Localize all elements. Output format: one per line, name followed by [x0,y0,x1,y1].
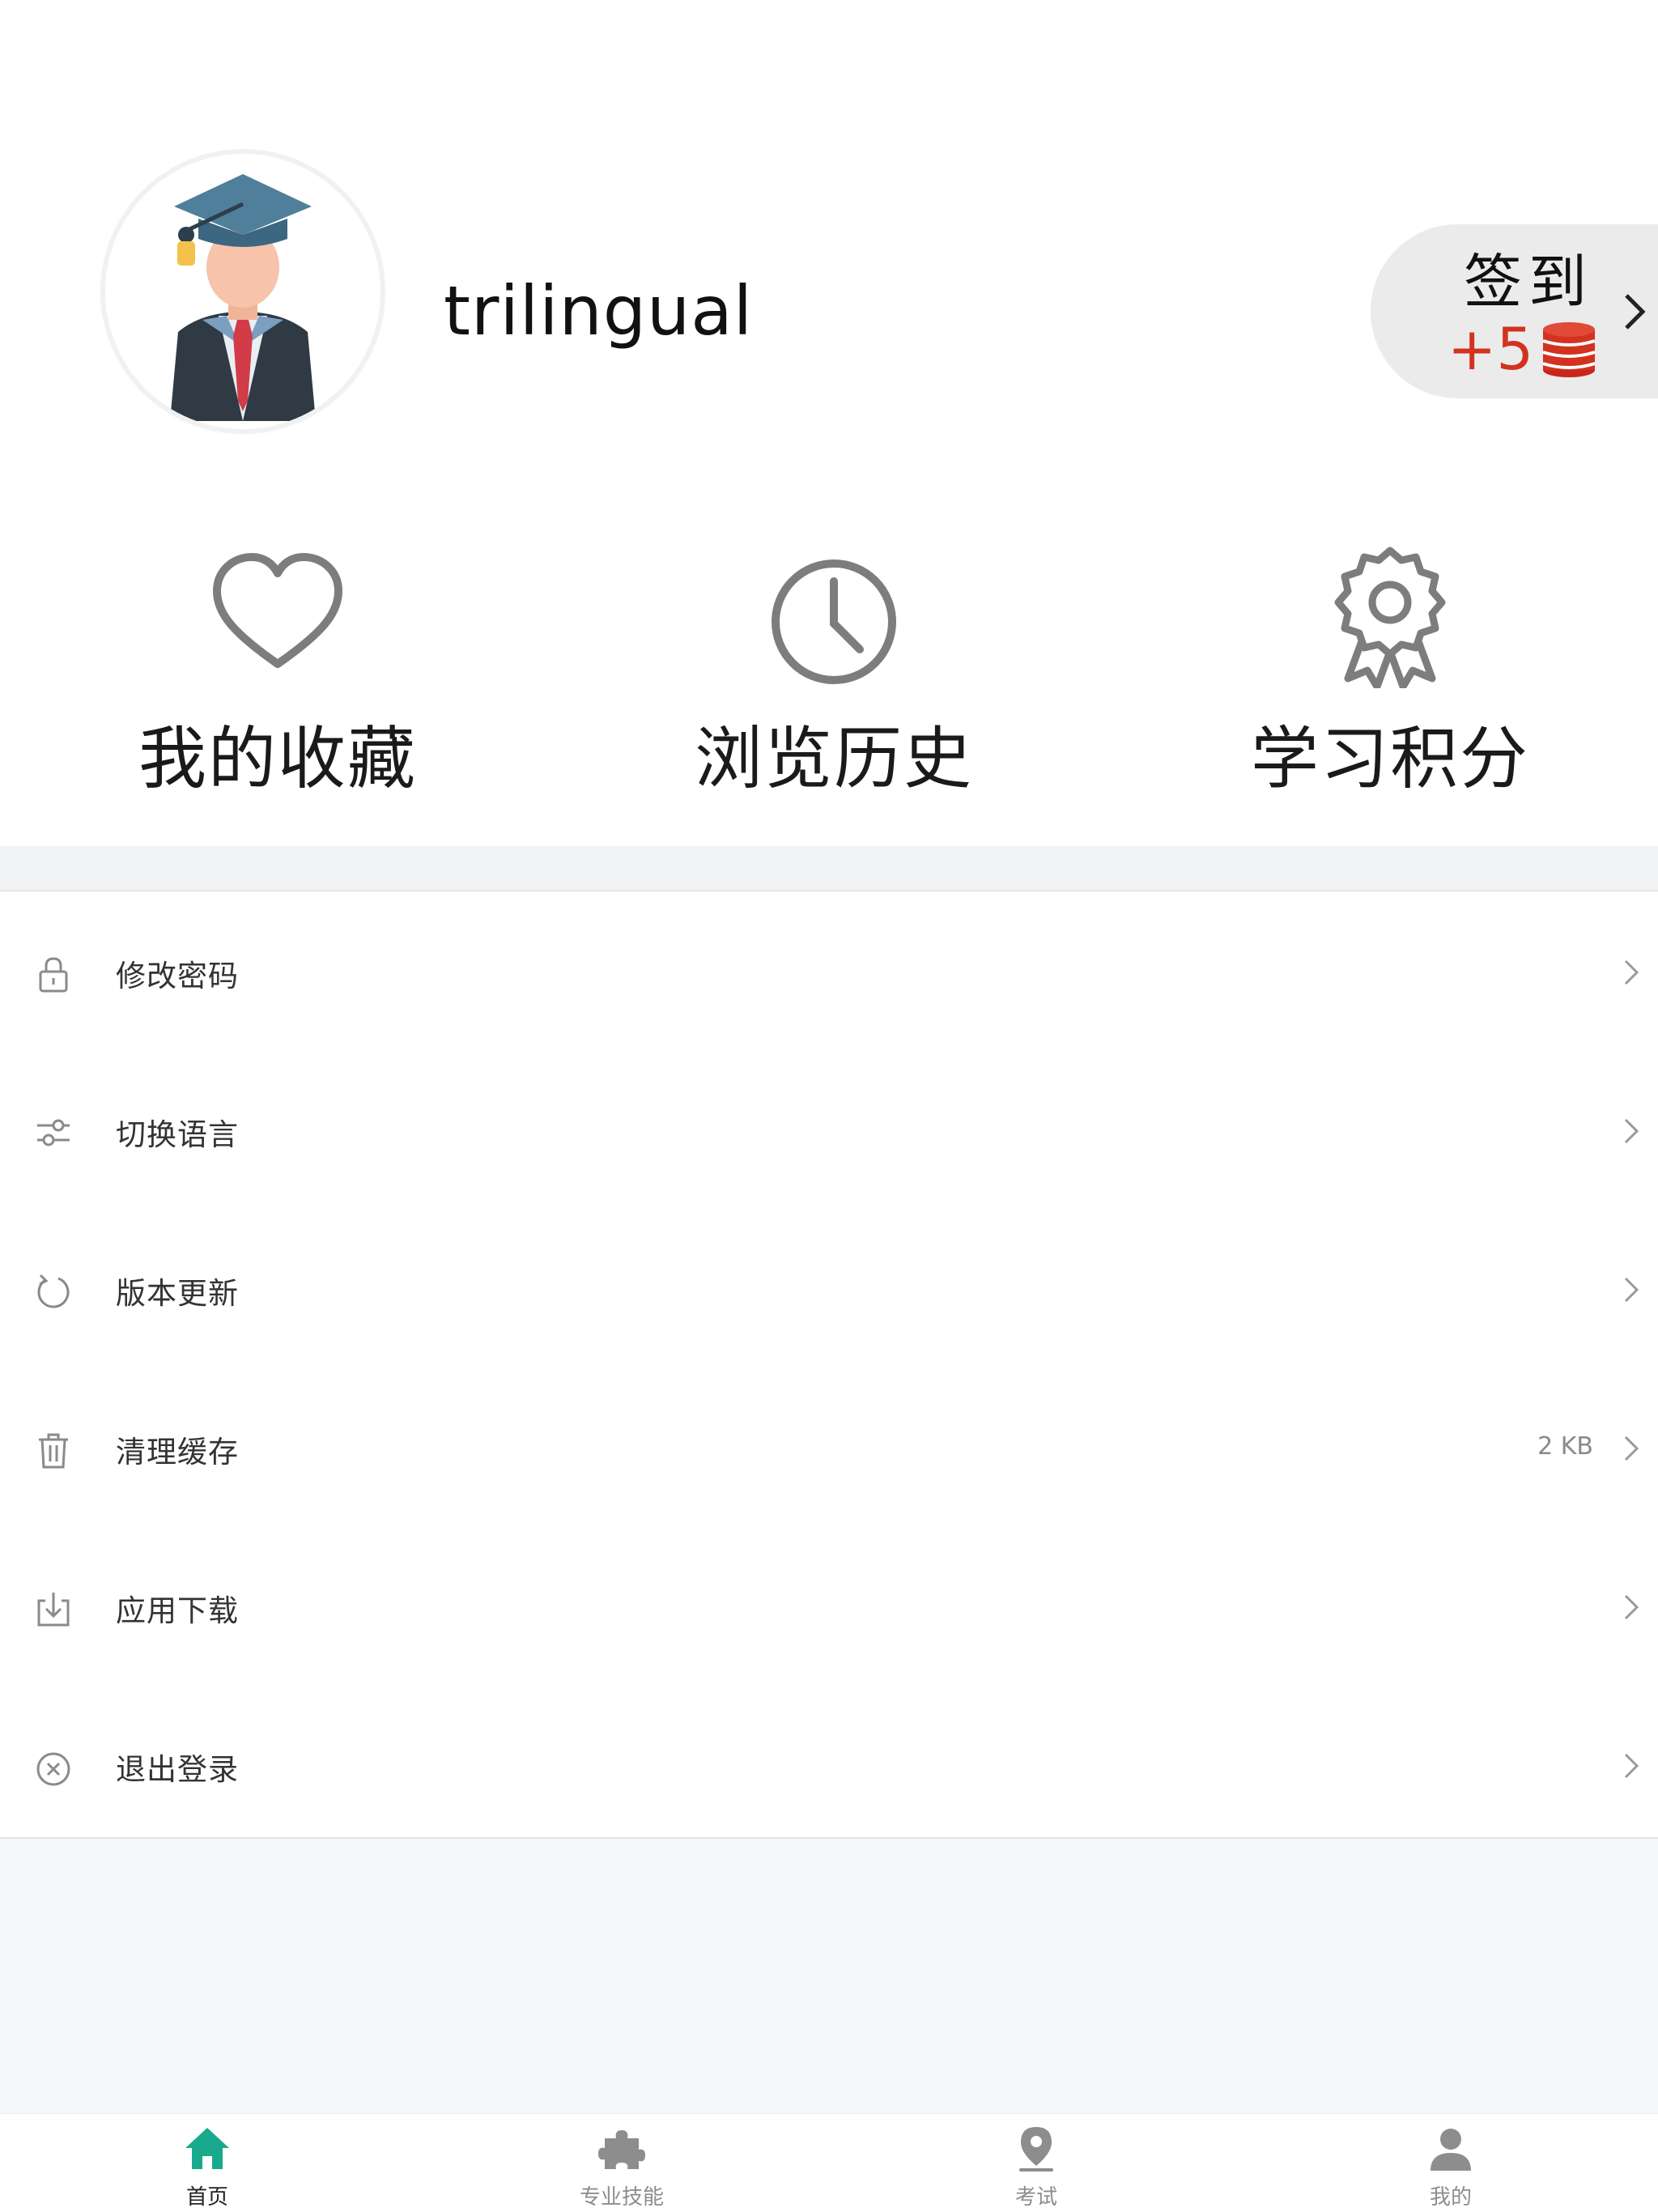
quick-action-favorites[interactable]: 我的收藏 [75,542,480,802]
refresh-icon [37,1274,70,1308]
bottom-tab-bar: 首页 专业技能 考试 我的 [0,2113,1658,2212]
sliders-icon [37,1119,70,1146]
lock-icon [39,957,68,993]
puzzle-icon [598,2130,645,2169]
settings-item-label: 应用下载 [116,1593,239,1628]
quick-action-label: 学习积分 [1250,719,1529,798]
tab-mine[interactable]: 我的 [1244,2114,1658,2212]
settings-item-label: 修改密码 [116,959,239,993]
quick-action-label: 浏览历史 [694,719,973,798]
section-divider [0,846,1658,891]
graduate-avatar-icon [170,174,316,421]
settings-item-label: 版本更新 [116,1276,239,1311]
home-icon [185,2128,229,2169]
chevron-right-icon [1624,1118,1639,1144]
tab-label: 专业技能 [579,2185,664,2210]
tab-label: 首页 [185,2185,228,2210]
heart-icon [213,553,342,668]
chevron-right-icon [1624,1436,1639,1461]
avatar[interactable] [105,154,380,429]
chevron-right-icon [1624,1753,1639,1779]
download-icon [37,1593,70,1627]
tab-label: 考试 [1014,2185,1057,2210]
settings-item-change-password[interactable]: 修改密码 [0,891,1658,1050]
checkin-button[interactable]: 签到 +5 [1371,224,1658,398]
settings-item-label: 清理缓存 [116,1435,239,1470]
checkin-label: 签到 [1464,248,1594,316]
chevron-right-icon [1625,294,1646,330]
settings-item-app-download[interactable]: 应用下载 [0,1526,1658,1685]
tab-home[interactable]: 首页 [0,2114,414,2212]
settings-item-label: 切换语言 [116,1117,239,1152]
person-icon [1431,2129,1471,2171]
quick-action-label: 我的收藏 [138,719,417,798]
tab-label: 我的 [1429,2185,1472,2210]
settings-item-logout[interactable]: 退出登录 [0,1685,1658,1844]
username: trilingual [444,271,754,351]
clock-icon [772,559,896,684]
logout-icon [36,1752,70,1786]
settings-list: 修改密码 切换语言 版本更新 清理缓存 2 KB 应用下载 退出登录 [0,891,1658,1839]
coins-icon [1542,322,1596,377]
checkin-bonus: +5 [1448,315,1534,383]
chevron-right-icon [1624,1277,1639,1303]
pin-icon [1019,2127,1053,2172]
profile-header: trilingual 签到 +5 我的收藏 浏览历史 学习积分 [0,0,1658,846]
trash-icon [39,1433,68,1469]
cache-size-value: 2 KB [1537,1432,1593,1461]
settings-item-switch-language[interactable]: 切换语言 [0,1050,1658,1209]
settings-item-version-update[interactable]: 版本更新 [0,1209,1658,1368]
tab-skills[interactable]: 专业技能 [414,2114,829,2212]
quick-action-points[interactable]: 学习积分 [1188,542,1592,802]
quick-action-history[interactable]: 浏览历史 [631,542,1036,802]
award-icon [1334,547,1446,688]
settings-item-label: 退出登录 [116,1752,239,1787]
settings-item-clear-cache[interactable]: 清理缓存 2 KB [0,1368,1658,1526]
tab-exam[interactable]: 考试 [829,2114,1244,2212]
chevron-right-icon [1624,1594,1639,1620]
chevron-right-icon [1624,959,1639,985]
